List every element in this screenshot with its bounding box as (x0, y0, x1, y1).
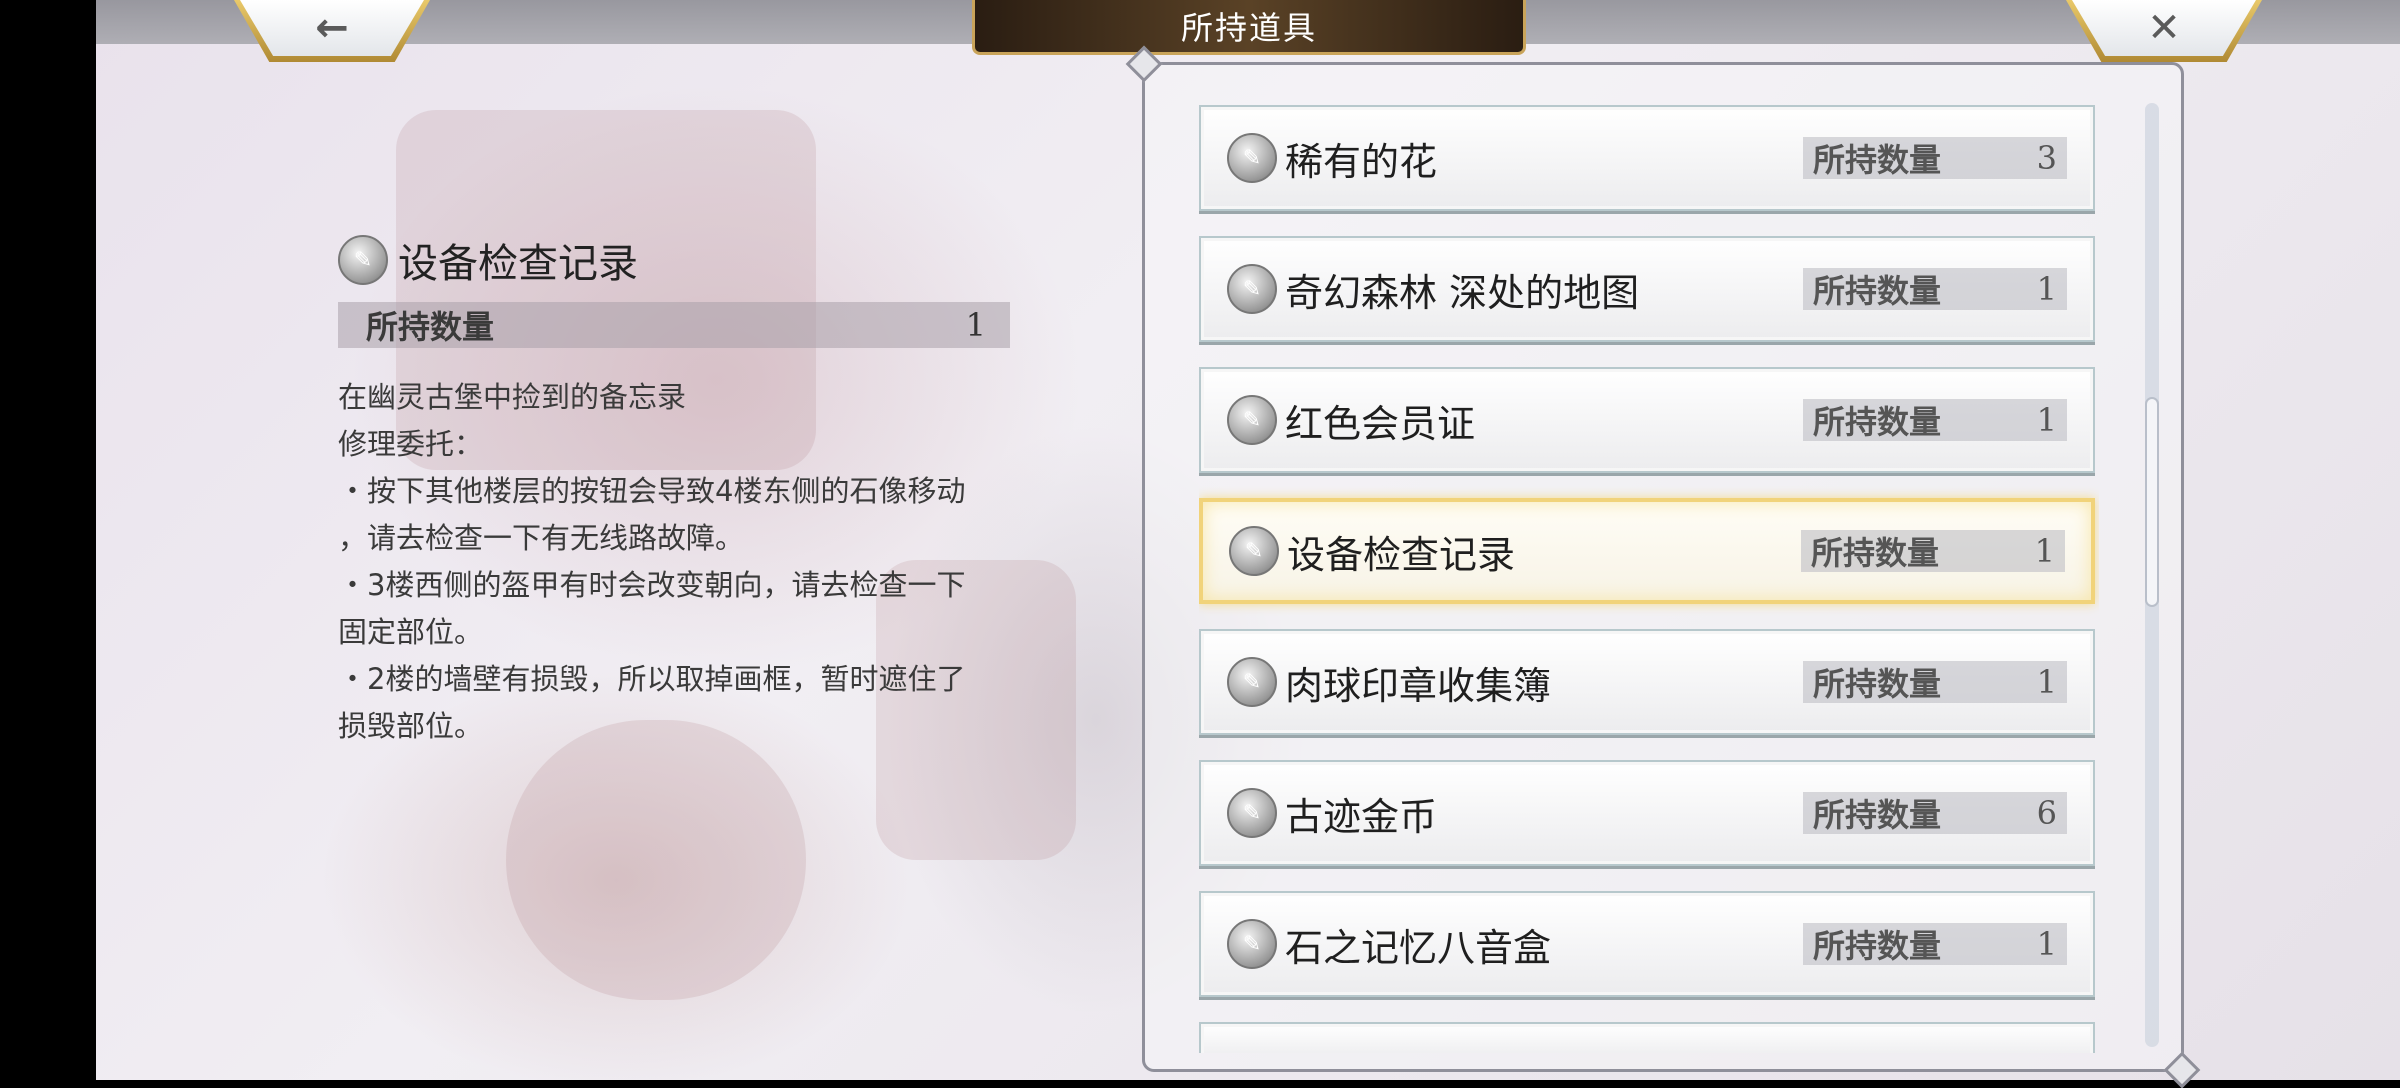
item-name: 设备检查记录 (1287, 532, 1516, 577)
key-item-icon: ✎ (1227, 919, 1277, 969)
quantity-label: 所持数量 (1813, 927, 1942, 965)
key-item-icon: ✎ (1229, 526, 1279, 576)
item-list-panel: ✎ 稀有的花 所持数量 3 ✎ 奇幻森林 深处的地图 所持数量 1 ✎ 红色会员… (1142, 62, 2184, 1072)
quantity-box: 所持数量 1 (1803, 661, 2067, 703)
detail-quantity-value: 1 (965, 306, 986, 344)
quantity-box: 所持数量 1 (1803, 923, 2067, 965)
item-name: 红色会员证 (1285, 401, 1476, 446)
detail-quantity-bar: 所持数量 1 (338, 302, 1010, 348)
item-name: 石之记忆八音盒 (1285, 925, 1552, 970)
list-item[interactable]: ✎ 红色会员证 所持数量 1 (1199, 367, 2095, 473)
back-arrow-icon: ← (315, 5, 349, 51)
scrollbar-thumb[interactable] (2145, 397, 2159, 607)
quantity-value: 1 (2036, 663, 2057, 701)
quantity-label: 所持数量 (1813, 403, 1942, 441)
scrollbar[interactable] (2145, 103, 2159, 1047)
quantity-label: 所持数量 (1813, 272, 1942, 310)
item-name: 肉球印章收集簿 (1285, 663, 1552, 708)
list-item[interactable]: ✎ 石之记忆八音盒 所持数量 1 (1199, 891, 2095, 997)
description-line: ・2楼的墙壁有损毁，所以取掉画框，暂时遮住了 (338, 662, 966, 696)
detail-quantity-label: 所持数量 (366, 308, 495, 346)
quantity-box: 所持数量 1 (1803, 268, 2067, 310)
list-item-selected[interactable]: ✎ 设备检查记录 所持数量 1 (1199, 498, 2095, 604)
list-item[interactable]: ✎ 古迹金币 所持数量 6 (1199, 760, 2095, 866)
item-detail-panel: ✎ 设备检查记录 所持数量 1 在幽灵古堡中捡到的备忘录 修理委托： ・按下其他… (338, 230, 1010, 750)
page-title: 所持道具 (972, 0, 1526, 55)
description-line: ，请去检查一下有无线路故障。 (338, 521, 745, 555)
key-item-icon: ✎ (1227, 788, 1277, 838)
list-item[interactable]: ✎ 肉球印章收集簿 所持数量 1 (1199, 629, 2095, 735)
list-item[interactable]: ✎ 稀有的花 所持数量 3 (1199, 105, 2095, 211)
close-icon: ✕ (2147, 5, 2181, 51)
description-line: 损毁部位。 (338, 709, 484, 743)
item-list[interactable]: ✎ 稀有的花 所持数量 3 ✎ 奇幻森林 深处的地图 所持数量 1 ✎ 红色会员… (1199, 105, 2099, 1053)
item-name: 古迹金币 (1285, 794, 1438, 839)
quantity-label: 所持数量 (1813, 665, 1942, 703)
item-name: 稀有的花 (1285, 139, 1438, 184)
key-item-icon: ✎ (1227, 133, 1277, 183)
key-item-icon: ✎ (338, 235, 388, 285)
key-item-icon: ✎ (1227, 657, 1277, 707)
quantity-value: 1 (2036, 401, 2057, 439)
quantity-box: 所持数量 1 (1803, 399, 2067, 441)
quantity-value: 1 (2034, 532, 2055, 570)
key-item-icon: ✎ (1227, 395, 1277, 445)
quantity-label: 所持数量 (1813, 796, 1942, 834)
quantity-box: 所持数量 1 (1801, 530, 2065, 572)
description-line: 修理委托： (338, 427, 484, 461)
quantity-value: 1 (2036, 925, 2057, 963)
list-item[interactable]: ✎ 奇幻森林 深处的地图 所持数量 1 (1199, 236, 2095, 342)
description-line: 在幽灵古堡中捡到的备忘录 (338, 380, 687, 414)
item-description: 在幽灵古堡中捡到的备忘录 修理委托： ・按下其他楼层的按钮会导致4楼东侧的石像移… (338, 374, 1010, 750)
quantity-value: 6 (2036, 794, 2057, 832)
quantity-box: 所持数量 6 (1803, 792, 2067, 834)
list-item-partial[interactable] (1199, 1022, 2095, 1053)
description-line: ・3楼西侧的盔甲有时会改变朝向，请去检查一下 (338, 568, 966, 602)
quantity-box: 所持数量 3 (1803, 137, 2067, 179)
item-name: 奇幻森林 深处的地图 (1285, 270, 1640, 315)
key-item-icon: ✎ (1227, 264, 1277, 314)
quantity-value: 3 (2036, 139, 2057, 177)
description-line: ・按下其他楼层的按钮会导致4楼东侧的石像移动 (338, 474, 966, 508)
description-line: 固定部位。 (338, 615, 484, 649)
quantity-label: 所持数量 (1813, 141, 1942, 179)
quantity-label: 所持数量 (1811, 534, 1940, 572)
quantity-value: 1 (2036, 270, 2057, 308)
detail-item-name: 设备检查记录 (398, 241, 638, 287)
